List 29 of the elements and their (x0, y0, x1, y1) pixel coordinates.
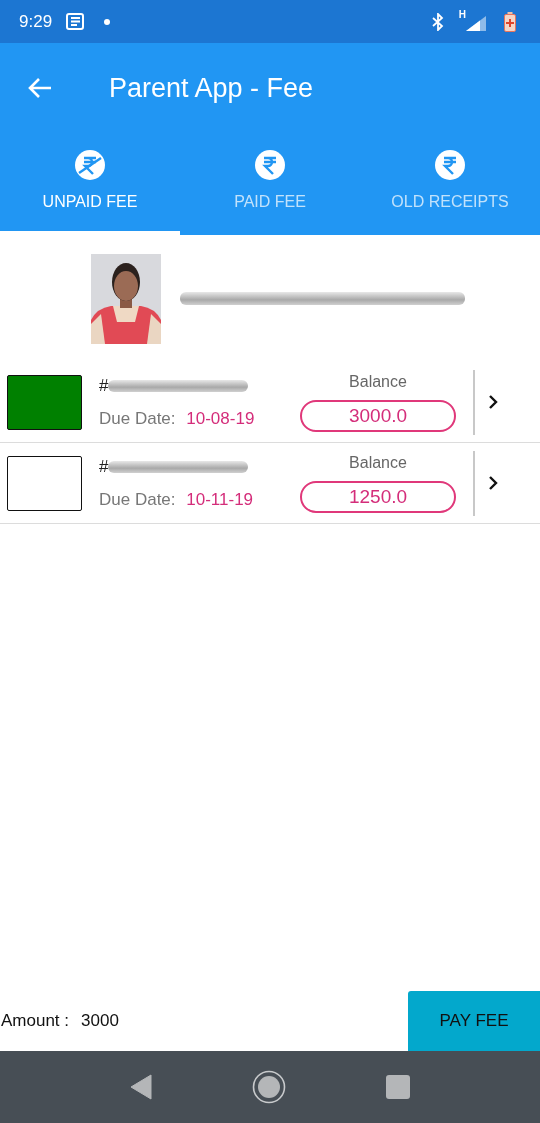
bluetooth-icon (430, 12, 445, 31)
due-date: 10-08-19 (186, 408, 255, 428)
amount-value: 3000 (81, 1011, 119, 1031)
notification-dot-icon (104, 18, 111, 25)
screen-title: Parent App - Fee (109, 72, 314, 104)
fee-row[interactable]: # Due Date: 10-08-19 Balance 3000.0 (0, 362, 540, 443)
fee-number-prefix: # (99, 375, 109, 396)
rupee-icon (434, 149, 466, 181)
chevron-right-icon[interactable] (488, 475, 498, 491)
fee-row[interactable]: # Due Date: 10-11-19 Balance 1250.0 (0, 443, 540, 524)
clock-time: 9:29 (19, 11, 53, 32)
rupee-off-icon (74, 149, 106, 181)
news-icon (66, 12, 87, 31)
balance-amount: 1250.0 (300, 480, 456, 513)
balance-label: Balance (349, 372, 407, 391)
home-nav-icon[interactable] (252, 1070, 286, 1104)
due-date-label: Due Date: (99, 408, 176, 428)
amount-label: Amount : (1, 1011, 70, 1031)
network-type-label: H (458, 9, 466, 20)
rupee-icon (254, 149, 286, 181)
due-date: 10-11-19 (186, 489, 254, 509)
chevron-right-icon[interactable] (488, 394, 498, 410)
battery-icon (504, 11, 516, 32)
balance-amount: 3000.0 (300, 399, 456, 432)
back-nav-icon[interactable] (130, 1074, 152, 1100)
fee-number-prefix: # (99, 456, 109, 477)
due-date-label: Due Date: (99, 489, 176, 509)
pay-fee-button[interactable]: PAY FEE (408, 991, 540, 1051)
balance-label: Balance (349, 453, 407, 472)
